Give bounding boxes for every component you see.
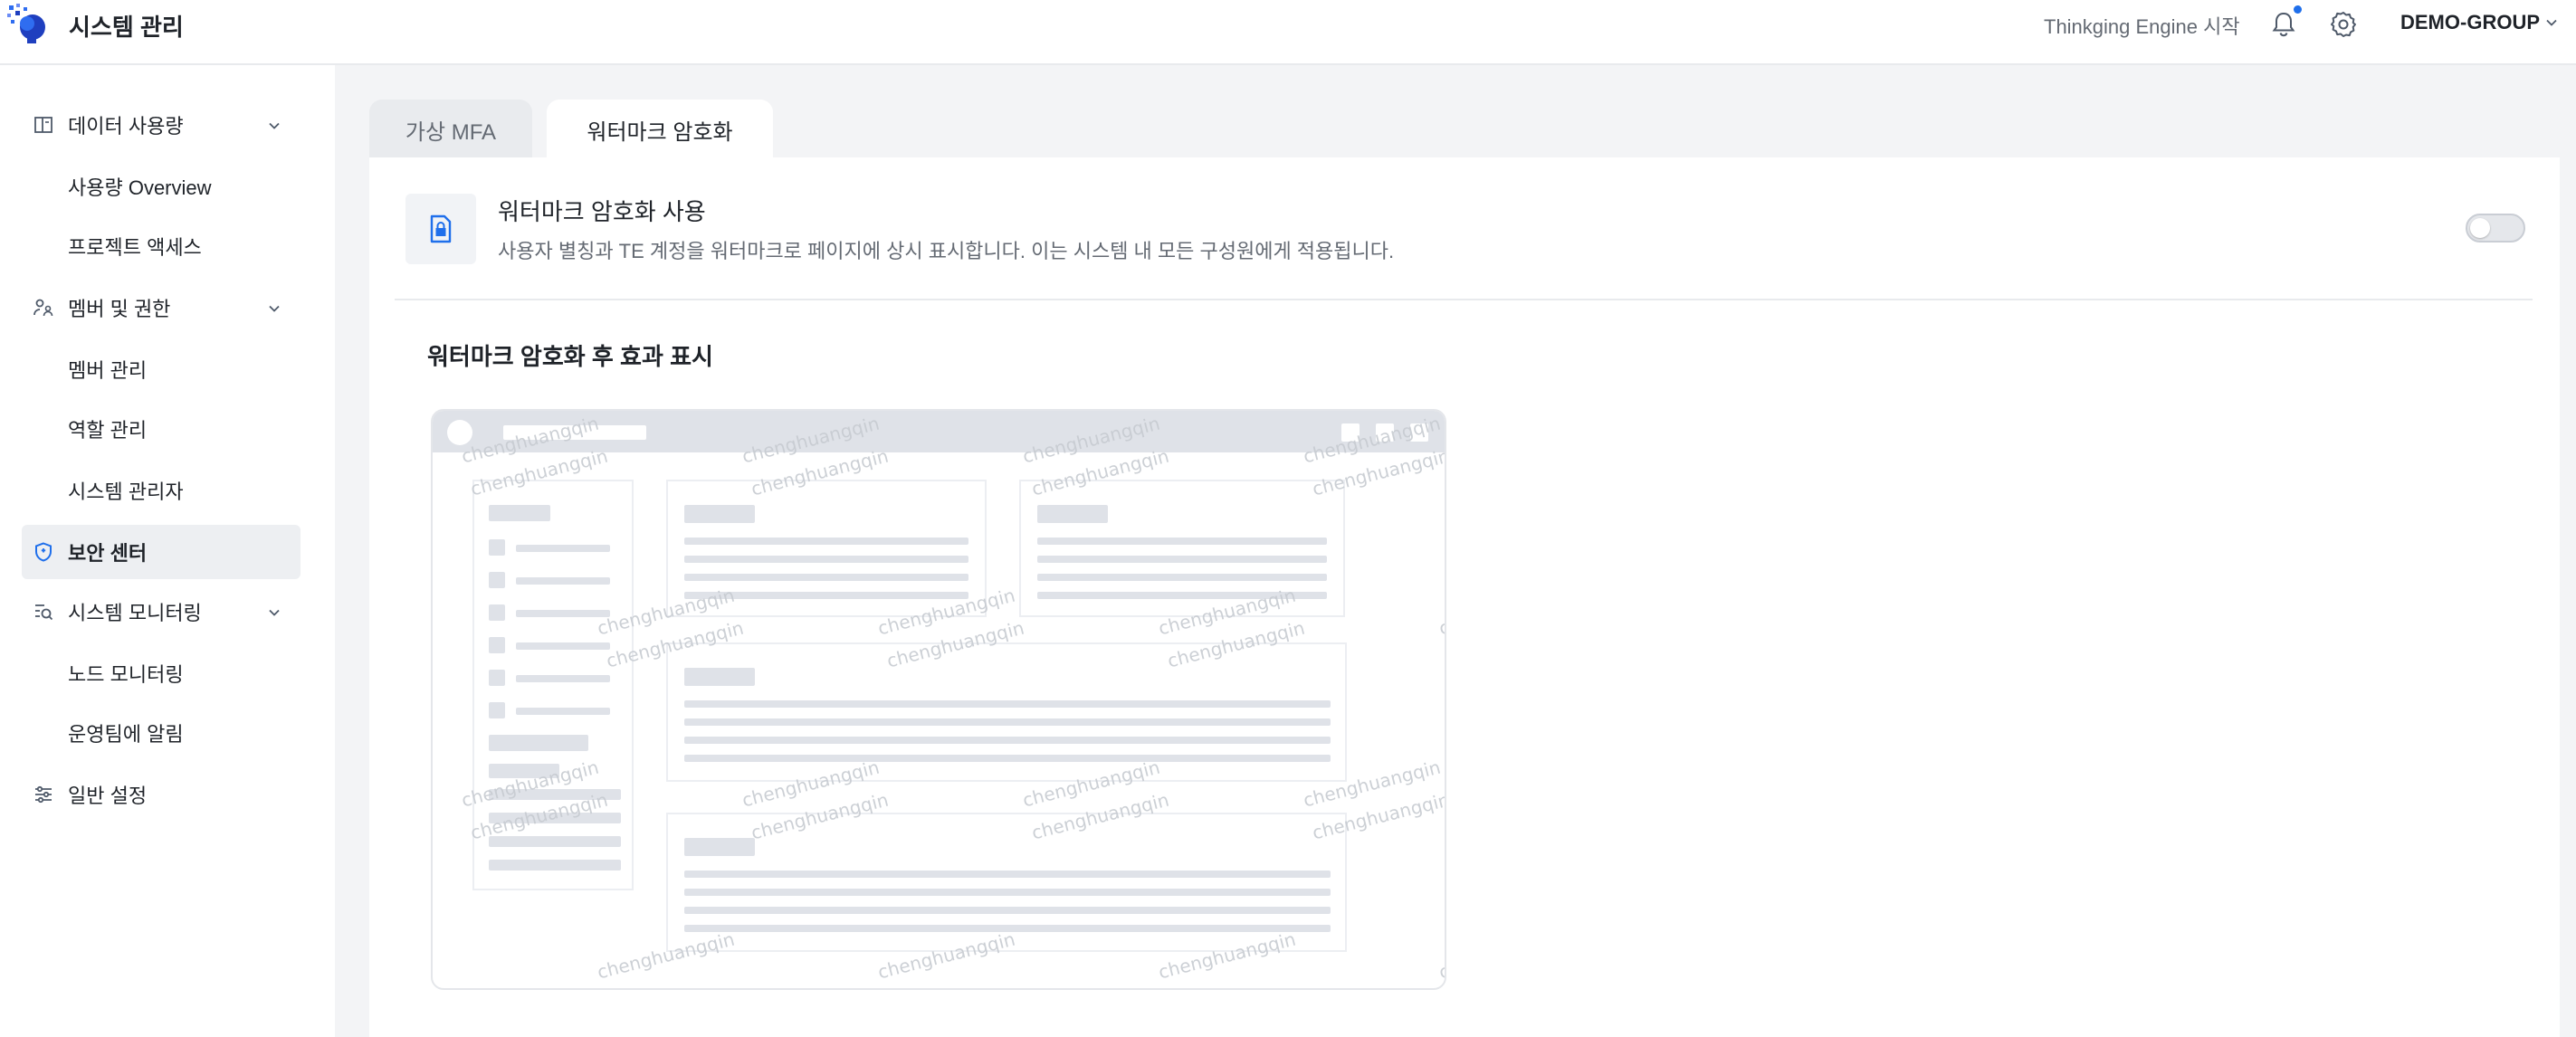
chevron-down-icon[interactable] (2545, 16, 2558, 29)
chevron-down-icon (269, 609, 280, 616)
sidebar-item-security-center[interactable]: 보안 센터 (22, 525, 301, 579)
sidebar-item-data-usage[interactable]: 데이터 사용량 (22, 98, 301, 152)
monitor-search-icon (35, 604, 53, 621)
sidebar-item-label: 시스템 모니터링 (68, 602, 202, 624)
sliders-icon (35, 785, 52, 804)
gear-icon[interactable] (2328, 9, 2359, 40)
sidebar-item-project-access[interactable]: 프로젝트 액세스 (22, 219, 301, 273)
start-engine-link[interactable]: Thinkging Engine 시작 (2044, 11, 2240, 40)
sidebar-item-label: 시스템 관리자 (68, 480, 184, 503)
watermark-toggle[interactable] (2466, 214, 2525, 243)
notification-dot (2294, 5, 2302, 14)
group-selector[interactable]: DEMO-GROUP (2400, 11, 2540, 34)
users-icon (33, 299, 53, 317)
chevron-down-icon (269, 122, 280, 129)
top-bar: 시스템 관리 Thinkging Engine 시작 DEMO-GROUP (0, 0, 2576, 65)
bell-icon[interactable] (2268, 9, 2299, 40)
sidebar-item-member-management[interactable]: 멤버 관리 (22, 342, 301, 396)
sidebar-item-label: 사용량 Overview (68, 176, 212, 199)
feature-description: 사용자 별칭과 TE 계정을 워터마크로 페이지에 상시 표시합니다. 이는 시… (498, 240, 1395, 262)
sidebar-item-usage-overview[interactable]: 사용량 Overview (22, 159, 301, 214)
sidebar-item-label: 보안 센터 (68, 542, 148, 565)
book-icon (34, 117, 52, 133)
main-content: 가상 MFA 워터마크 암호화 워터마크 암호화 사용 사용자 별칭과 TE 계… (369, 96, 2560, 1037)
watermark-text: chenghuangqin (1436, 928, 1446, 984)
sidebar-item-label: 역할 관리 (68, 419, 148, 442)
sidebar-item-label: 데이터 사용량 (68, 115, 184, 138)
sidebar-item-label: 노드 모니터링 (68, 663, 184, 686)
sidebar-item-label: 운영팀에 알림 (68, 723, 184, 746)
sidebar: 데이터 사용량 사용량 Overview 프로젝트 액세스 멤버 및 권한 멤버… (0, 65, 335, 1037)
watermark-preview: chenghuangqin chenghuangqin chenghuangqin c… (431, 409, 1446, 990)
divider (395, 299, 2533, 300)
sidebar-item-members-permissions[interactable]: 멤버 및 권한 (22, 281, 301, 335)
chevron-down-icon (269, 305, 280, 312)
sidebar-item-label: 멤버 관리 (68, 359, 148, 382)
sidebar-item-notify-ops[interactable]: 운영팀에 알림 (22, 706, 301, 760)
sidebar-item-label: 일반 설정 (68, 785, 148, 807)
preview-title: 워터마크 암호화 후 효과 표시 (427, 343, 713, 370)
sidebar-item-system-admin[interactable]: 시스템 관리자 (22, 463, 301, 518)
sidebar-item-system-monitoring[interactable]: 시스템 모니터링 (22, 585, 301, 639)
toggle-knob (2470, 218, 2490, 238)
sidebar-item-label: 프로젝트 액세스 (68, 236, 202, 259)
tab-watermark-encryption[interactable]: 워터마크 암호화 (547, 100, 773, 159)
shield-icon (35, 542, 52, 562)
sidebar-item-label: 멤버 및 권한 (68, 298, 171, 320)
lock-document-icon (430, 214, 452, 243)
sidebar-item-role-management[interactable]: 역할 관리 (22, 402, 301, 456)
settings-card: 워터마크 암호화 사용 사용자 별칭과 TE 계정을 워터마크로 페이지에 상시… (369, 157, 2560, 1037)
tab-virtual-mfa[interactable]: 가상 MFA (369, 100, 532, 159)
sidebar-item-node-monitoring[interactable]: 노드 모니터링 (22, 646, 301, 700)
watermark-text: chenghuangqin (1445, 617, 1446, 672)
feature-title: 워터마크 암호화 사용 (498, 198, 706, 225)
preview-card (666, 642, 1347, 782)
sidebar-item-general-settings[interactable]: 일반 설정 (22, 767, 301, 822)
app-title: 시스템 관리 (69, 14, 184, 41)
feature-icon-box (405, 194, 476, 264)
preview-card (1019, 480, 1345, 617)
logo-icon (7, 4, 45, 43)
watermark-text: chenghuangqin (1436, 584, 1446, 640)
